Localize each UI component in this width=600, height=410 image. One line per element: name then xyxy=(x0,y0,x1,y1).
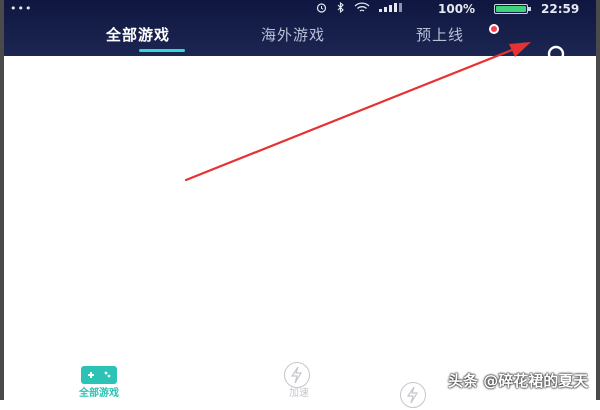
nav-label-all-games: 全部游戏 xyxy=(79,388,119,399)
status-dots: ••• xyxy=(10,2,33,15)
wifi-icon xyxy=(354,2,370,16)
nav-all-games[interactable]: 全部游戏 xyxy=(64,358,134,400)
tab-overseas-games[interactable]: 海外游戏 xyxy=(261,24,325,45)
signal-icon xyxy=(379,2,405,16)
battery-nub xyxy=(528,7,531,11)
gamepad-icon xyxy=(81,366,117,384)
status-icons xyxy=(316,1,405,16)
tab-pre-launch[interactable]: 预上线 xyxy=(416,24,464,45)
battery-percentage: 100% xyxy=(438,2,476,16)
watermark-text: 头条 @碎花裙的夏天 xyxy=(448,372,589,390)
status-clock: 22:59 xyxy=(541,2,580,16)
game-list-area xyxy=(0,56,600,370)
active-tab-indicator xyxy=(139,49,185,52)
app-header: ••• 100% 22:59 全部游戏 海外游戏 预上线 xyxy=(0,0,600,64)
lightning-icon xyxy=(400,382,426,408)
bluetooth-icon xyxy=(336,1,345,16)
status-bar: ••• 100% 22:59 xyxy=(0,0,600,18)
nav-item-third[interactable] xyxy=(380,358,450,408)
battery-icon xyxy=(494,4,531,14)
tab-all-games[interactable]: 全部游戏 xyxy=(106,24,170,45)
nav-label-accelerate: 加速 xyxy=(289,388,309,399)
notification-dot xyxy=(489,24,499,34)
nav-accelerate[interactable]: 加速 xyxy=(264,358,334,400)
alarm-icon xyxy=(316,2,327,16)
battery-level xyxy=(496,6,526,12)
tab-bar: 全部游戏 海外游戏 预上线 xyxy=(0,20,600,64)
